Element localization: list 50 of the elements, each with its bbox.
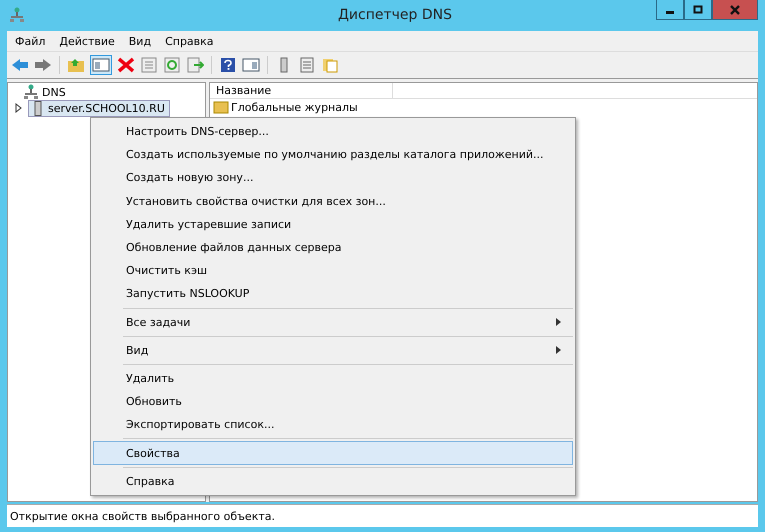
- menu-item[interactable]: Очистить кэш: [93, 259, 573, 282]
- status-text: Открытие окна свойств выбранного объекта.: [7, 504, 758, 527]
- panel-icon[interactable]: [242, 57, 260, 73]
- maximize-icon: [693, 4, 703, 14]
- help-icon[interactable]: [219, 57, 237, 73]
- window-title: Диспетчер DNS: [336, 7, 454, 23]
- refresh-icon[interactable]: [163, 57, 181, 73]
- tree-item[interactable]: server.SCHOOL10.RU: [28, 100, 170, 116]
- forward-icon[interactable]: [34, 57, 52, 73]
- submenu-arrow-icon: [556, 318, 562, 326]
- menu-item[interactable]: Настроить DNS-сервер...: [93, 120, 573, 144]
- menu-item[interactable]: Вид: [128, 34, 152, 48]
- delete-icon[interactable]: [117, 57, 135, 73]
- menu-item[interactable]: Все задачи: [93, 310, 573, 334]
- menu-item[interactable]: Обновление файлов данных сервера: [93, 236, 573, 260]
- menu-item[interactable]: Установить свойства очистки для всех зон...: [93, 190, 573, 213]
- folder-icon[interactable]: [67, 57, 85, 73]
- menu-item[interactable]: Создать используемые по умолчанию разделы каталога приложений...: [93, 143, 573, 166]
- list-icon[interactable]: [298, 57, 316, 73]
- menu-item[interactable]: Файл: [15, 34, 46, 48]
- menu-item[interactable]: Свойства: [93, 441, 573, 465]
- menu-item[interactable]: Удалить: [93, 366, 573, 390]
- panel-toggle-icon[interactable]: [90, 55, 112, 75]
- expand-icon[interactable]: [14, 103, 24, 113]
- menu-item[interactable]: Действие: [59, 34, 115, 48]
- properties-icon[interactable]: [140, 57, 158, 73]
- network-icon: [24, 84, 38, 100]
- maximize-button[interactable]: [684, 0, 712, 20]
- close-icon: [730, 4, 740, 14]
- submenu-arrow-icon: [556, 346, 562, 354]
- menu-item[interactable]: Запустить NSLOOKUP: [93, 282, 573, 306]
- folder-icon: [213, 100, 229, 114]
- tree-item[interactable]: DNS: [42, 86, 66, 98]
- list-item[interactable]: Глобальные журналы: [231, 100, 358, 114]
- network-icon: [10, 7, 24, 23]
- close-button[interactable]: [712, 0, 758, 20]
- minimize-icon: [666, 11, 674, 14]
- menu-item[interactable]: Справка: [93, 470, 573, 493]
- menu-item[interactable]: Обновить: [93, 390, 573, 414]
- minimize-button[interactable]: [656, 0, 684, 20]
- menu-item[interactable]: Вид: [93, 338, 573, 362]
- documents-icon[interactable]: [321, 57, 339, 73]
- server-icon: [33, 100, 43, 116]
- back-icon[interactable]: [11, 57, 29, 73]
- export-icon[interactable]: [186, 57, 204, 73]
- menu-item[interactable]: Экспортировать список...: [93, 413, 573, 436]
- menu-item[interactable]: Удалить устаревшие записи: [93, 212, 573, 236]
- column-header[interactable]: Название: [210, 83, 393, 98]
- menu-item[interactable]: Справка: [165, 34, 214, 48]
- menu-item[interactable]: Создать новую зону...: [93, 166, 573, 190]
